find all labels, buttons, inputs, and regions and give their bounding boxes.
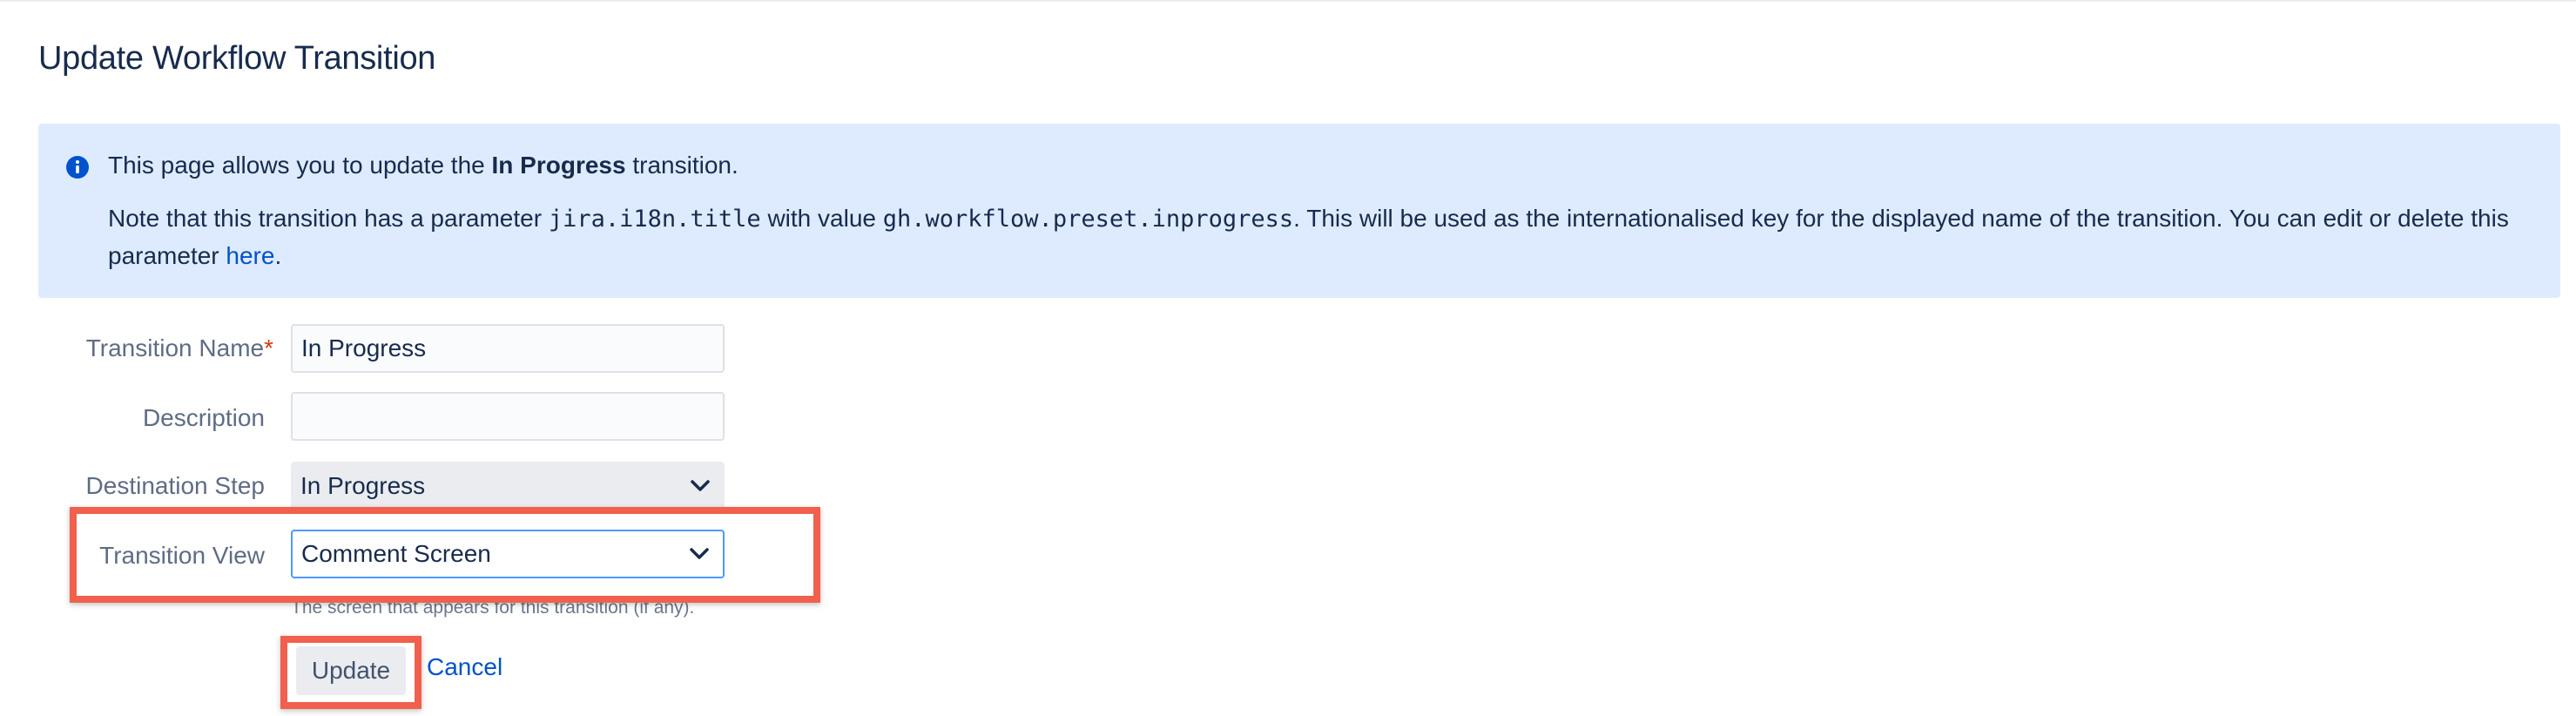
cancel-link[interactable]: Cancel <box>427 653 502 681</box>
description-label: Description <box>142 404 265 431</box>
transition-name-label: Transition Name* <box>0 334 273 362</box>
info-line2-part2: with value <box>760 205 883 232</box>
transition-name-bold: In Progress <box>491 152 626 179</box>
chevron-down-icon <box>691 480 710 491</box>
description-input[interactable] <box>291 392 725 441</box>
param-value-code: gh.workflow.preset.inprogress <box>882 206 1294 233</box>
top-border <box>0 0 2576 2</box>
transition-name-label-text: Transition Name <box>85 334 265 361</box>
destination-step-select[interactable]: In Progress <box>291 462 725 510</box>
transition-name-input[interactable]: In Progress <box>291 324 725 373</box>
update-button-highlight <box>280 636 421 709</box>
info-line1-prefix: This page allows you to update the <box>108 152 492 179</box>
info-line2-part1: Note that this transition has a paramete… <box>108 205 549 232</box>
required-marker: * <box>264 334 273 361</box>
info-icon <box>66 156 89 179</box>
info-line2-end: . <box>274 242 282 269</box>
destination-step-value: In Progress <box>300 472 426 499</box>
edit-parameter-link[interactable]: here <box>226 242 274 269</box>
transition-view-highlight <box>70 507 820 603</box>
info-message-line1: This page allows you to update the In Pr… <box>108 152 738 179</box>
destination-step-label: Destination Step <box>85 472 265 499</box>
page-title: Update Workflow Transition <box>38 40 436 77</box>
param-key-code: jira.i18n.title <box>548 206 761 233</box>
info-panel: This page allows you to update the In Pr… <box>38 124 2560 298</box>
info-line1-suffix: transition. <box>625 152 738 179</box>
info-message-line2: Note that this transition has a paramete… <box>108 200 2529 274</box>
